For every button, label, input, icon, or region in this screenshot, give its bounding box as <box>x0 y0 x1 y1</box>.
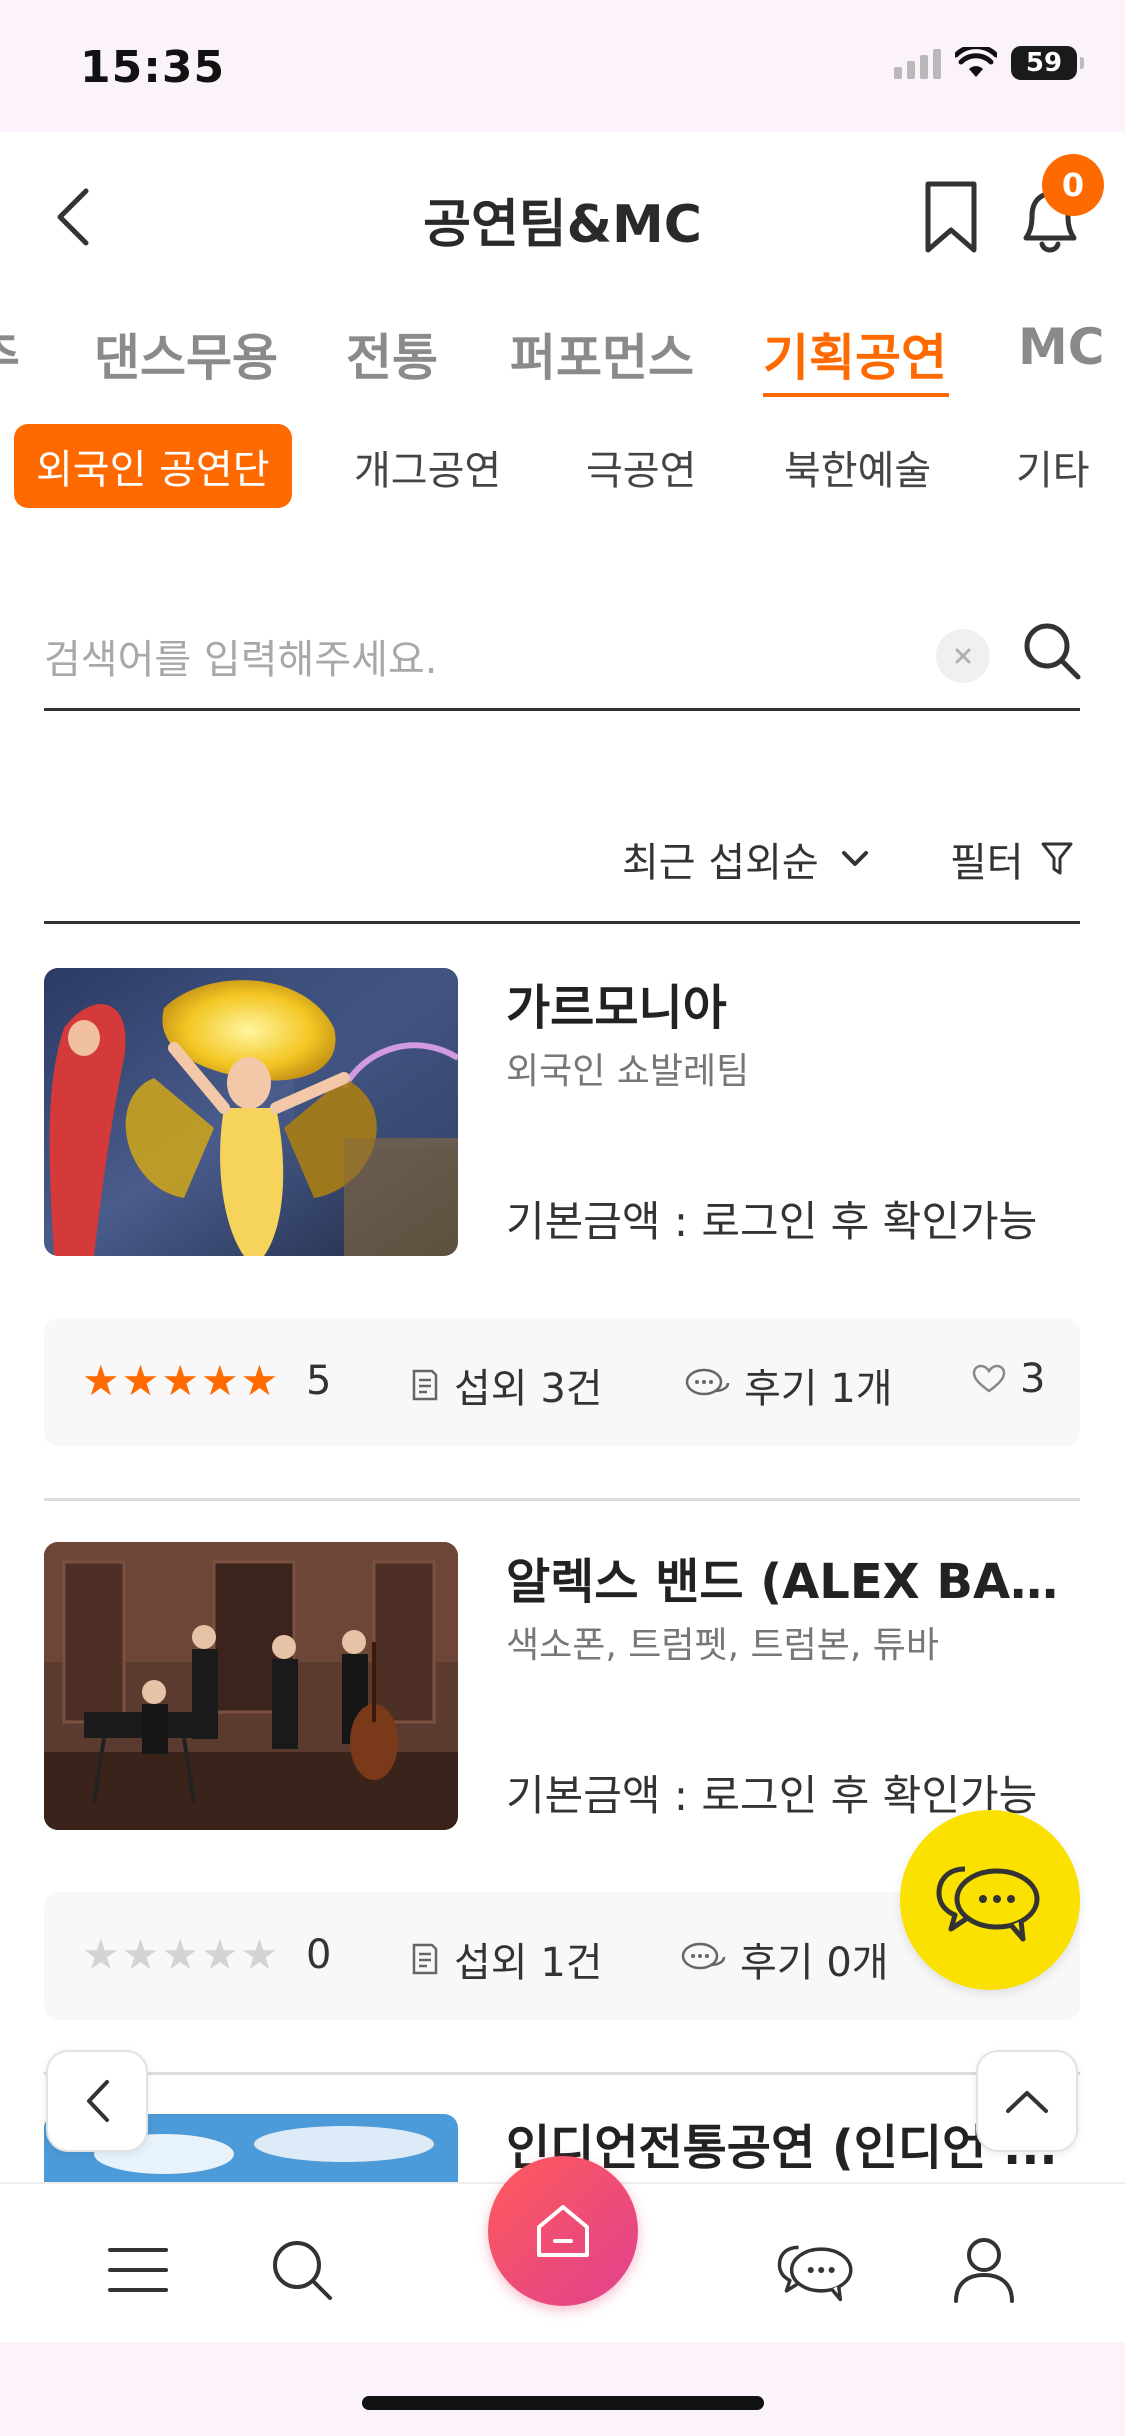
booking-count: 섭외 3건 <box>410 1356 603 1414</box>
clear-search-button[interactable] <box>936 629 990 683</box>
menu-icon <box>108 2248 168 2292</box>
chevron-left-icon <box>87 2080 109 2122</box>
star-icon: ★ <box>121 1930 160 1979</box>
item-subtitle: 외국인 쇼발레팀 <box>506 1051 750 1092</box>
rating-stars: ★ ★ ★ ★ ★ <box>82 1930 278 1980</box>
status-time: 15:35 <box>80 42 226 93</box>
app-header: 공연팀&MC <box>0 132 1125 302</box>
nav-my-page[interactable] <box>944 2230 1024 2310</box>
tab-traditional[interactable]: 전통 <box>346 318 438 390</box>
float-back-button[interactable] <box>46 2050 148 2152</box>
chat-button[interactable] <box>900 1810 1080 1990</box>
battery-indicator: 59 <box>1011 46 1084 80</box>
rating-value: 0 <box>306 1932 332 1978</box>
sub-tabs: 외국인 공연단 개그공연 극공연 북한예술 기타 <box>0 424 1125 514</box>
chevron-up-icon <box>1006 2091 1048 2113</box>
star-icon: ★ <box>121 1356 160 1405</box>
search-icon <box>1024 623 1081 680</box>
rating-value: 5 <box>306 1358 332 1404</box>
home-icon <box>537 2205 589 2257</box>
review-count: 후기 1개 <box>684 1356 893 1414</box>
star-icon: ★ <box>161 1356 199 1405</box>
item-price: 기본금액 : 로그인 후 확인가능 <box>506 1197 1038 1246</box>
filter-button[interactable]: 필터 <box>950 830 1074 888</box>
sort-label: 최근 섭외순 <box>622 840 819 886</box>
tab-performance[interactable]: 퍼포먼스 <box>510 318 694 390</box>
category-tabs: 주 댄스무용 전통 퍼포먼스 기획공연 MC <box>0 310 1125 400</box>
search-bar <box>44 605 1081 711</box>
search-icon <box>273 2241 332 2300</box>
rating-stars: ★ ★ ★ ★ ★ <box>82 1356 278 1406</box>
active-tab-underline <box>763 393 949 397</box>
booking-count: 섭외 1건 <box>410 1930 603 1988</box>
tab-mc[interactable]: MC <box>1018 318 1104 376</box>
chat-bubble-icon <box>681 1942 726 1970</box>
notification-badge: 0 <box>1042 154 1104 216</box>
filter-icon <box>1041 842 1073 875</box>
star-icon: ★ <box>161 1930 199 1979</box>
subtab-foreign-troupe[interactable]: 외국인 공연단 <box>14 424 292 508</box>
performance-thumbnail[interactable] <box>44 1542 458 1830</box>
chevron-down-icon <box>841 851 868 866</box>
document-icon <box>412 1369 438 1401</box>
subtab-etc[interactable]: 기타 <box>1016 438 1090 496</box>
subtab-drama[interactable]: 극공연 <box>586 438 696 496</box>
filter-label: 필터 <box>950 840 1024 886</box>
star-icon: ★ <box>200 1356 239 1405</box>
subtab-comedy[interactable]: 개그공연 <box>354 438 501 496</box>
star-icon: ★ <box>82 1356 120 1405</box>
star-icon: ★ <box>200 1930 239 1979</box>
item-title[interactable]: 가르모니아 <box>506 968 1080 1038</box>
heart-icon <box>972 1364 1006 1393</box>
item-subtitle: 색소폰, 트럼펫, 트럼본, 튜바 <box>506 1625 939 1666</box>
user-icon <box>954 2238 1014 2303</box>
item-price: 기본금액 : 로그인 후 확인가능 <box>506 1771 1038 1820</box>
chat-icon <box>936 1866 1040 1942</box>
sort-dropdown[interactable]: 최근 섭외순 <box>622 830 869 888</box>
wifi-icon <box>955 47 997 77</box>
tab-category-0[interactable]: 주 <box>0 318 20 390</box>
subtab-north-korean-art[interactable]: 북한예술 <box>784 438 931 496</box>
tab-dance[interactable]: 댄스무용 <box>94 318 278 390</box>
divider <box>44 2072 1080 2075</box>
home-indicator[interactable] <box>362 2396 764 2410</box>
star-icon: ★ <box>240 1356 279 1405</box>
item-title[interactable]: 알렉스 밴드 (ALEX BAND) <box>506 1542 1080 1612</box>
nav-home-button[interactable] <box>488 2156 638 2306</box>
review-count: 후기 0개 <box>680 1930 889 1988</box>
tab-planned-show[interactable]: 기획공연 <box>763 318 947 390</box>
status-bar: 15:35 59 <box>0 0 1125 132</box>
bookmark-icon <box>925 181 977 253</box>
search-button[interactable] <box>1020 619 1084 689</box>
chat-bubble-icon <box>685 1368 730 1396</box>
status-icons: 59 <box>894 46 1084 80</box>
performance-thumbnail[interactable] <box>44 968 458 1256</box>
document-icon <box>412 1943 438 1975</box>
close-icon <box>955 648 971 664</box>
star-icon: ★ <box>82 1930 120 1979</box>
sort-filter-row: 최근 섭외순 필터 <box>44 820 1080 924</box>
home-indicator-area <box>0 2342 1125 2436</box>
bookmark-button[interactable] <box>922 180 980 256</box>
star-icon: ★ <box>240 1930 279 1979</box>
chat-icon <box>777 2245 853 2302</box>
divider <box>44 1498 1080 1501</box>
scroll-top-button[interactable] <box>976 2050 1078 2152</box>
search-input[interactable] <box>44 625 924 695</box>
nav-search[interactable] <box>262 2230 342 2310</box>
signal-icon <box>894 47 941 79</box>
nav-menu[interactable] <box>98 2230 178 2310</box>
item-stats: ★ ★ ★ ★ ★ 5 섭외 3건 후기 1개 3 <box>44 1318 1080 1446</box>
nav-chat[interactable] <box>776 2230 856 2310</box>
like-count[interactable]: 3 <box>972 1356 1045 1402</box>
